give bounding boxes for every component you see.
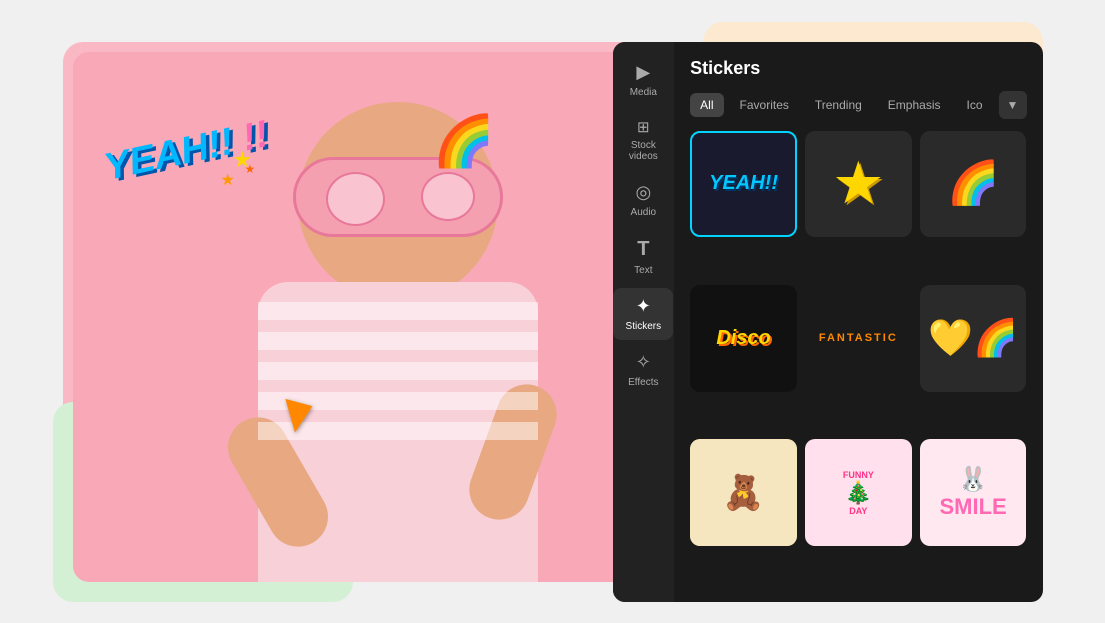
smile-text: SMILE — [939, 494, 1006, 520]
media-icon: ▶ — [636, 62, 650, 83]
yeah-sticker: YEAH!! — [705, 168, 782, 199]
rainbow-sticker: 🌈 — [947, 159, 999, 208]
sticker-cell-star[interactable]: ★ — [805, 131, 912, 238]
sticker-cell-bear[interactable]: 🧸 — [690, 439, 797, 546]
sidebar-label-text: Text — [634, 265, 652, 276]
tab-icons[interactable]: Ico — [956, 93, 992, 117]
bear-sticker: 🧸 — [690, 439, 797, 546]
sticker-grid: YEAH!! ★ 🌈 Disco FANTASTIC 💛🌈 — [690, 131, 1026, 586]
heart-rainbow-sticker: 💛🌈 — [928, 317, 1018, 359]
tabs-dropdown[interactable]: ▼ — [999, 91, 1027, 119]
sticker-cell-fantastic[interactable]: FANTASTIC — [805, 285, 912, 392]
panel-title: Stickers — [690, 58, 1026, 79]
shirt-stripe — [258, 302, 538, 320]
funnyday-text-bottom: DAY — [849, 506, 867, 516]
sticker-cell-rainbow[interactable]: 🌈 — [920, 131, 1027, 238]
shirt-stripe — [258, 332, 538, 350]
sticker-cell-heart-rainbow[interactable]: 💛🌈 — [920, 285, 1027, 392]
stickers-icon: ✦ — [636, 296, 651, 317]
sidebar-label-effects: Effects — [628, 377, 658, 388]
tab-all[interactable]: All — [690, 93, 723, 117]
panel-content: Stickers All Favorites Trending Emphasis… — [674, 42, 1042, 602]
deco-star3: ★ — [245, 162, 256, 176]
funnyday-text-top: FUNNY — [843, 470, 874, 480]
stickers-panel: ▶ Media ⊞ Stock videos ◎ Audio T Text ✦ … — [613, 42, 1043, 602]
sidebar-item-audio[interactable]: ◎ Audio — [613, 174, 673, 226]
text-icon: T — [637, 238, 649, 261]
smile-sticker: 🐰 SMILE — [933, 439, 1012, 546]
star-sticker: ★ — [835, 158, 882, 210]
tab-trending[interactable]: Trending — [805, 93, 872, 117]
sidebar-label-media: Media — [630, 87, 657, 98]
sidebar-item-stock-videos[interactable]: ⊞ Stock videos — [613, 110, 673, 170]
sidebar-item-stickers[interactable]: ✦ Stickers — [613, 288, 673, 340]
sticker-cell-funnyday[interactable]: FUNNY 🎄 DAY — [805, 439, 912, 546]
tab-favorites[interactable]: Favorites — [730, 93, 799, 117]
sticker-cell-disco[interactable]: Disco — [690, 285, 797, 392]
fantastic-sticker: FANTASTIC — [819, 332, 898, 344]
sticker-tabs: All Favorites Trending Emphasis Ico ▼ — [690, 91, 1026, 119]
sidebar-label-stock-videos: Stock videos — [617, 140, 669, 162]
effects-icon: ✧ — [636, 352, 651, 373]
sticker-cell-yeah[interactable]: YEAH!! — [690, 131, 797, 238]
sticker-cell-smile[interactable]: 🐰 SMILE — [920, 439, 1027, 546]
shirt-stripe — [258, 362, 538, 380]
sidebar-item-text[interactable]: T Text — [613, 230, 673, 284]
stock-videos-icon: ⊞ — [637, 118, 650, 136]
sidebar: ▶ Media ⊞ Stock videos ◎ Audio T Text ✦ … — [613, 42, 675, 602]
audio-icon: ◎ — [635, 182, 651, 203]
tab-emphasis[interactable]: Emphasis — [878, 93, 951, 117]
deco-star2: ★ — [221, 170, 235, 190]
disco-sticker: Disco — [716, 327, 770, 350]
sidebar-label-audio: Audio — [631, 207, 657, 218]
sidebar-item-media[interactable]: ▶ Media — [613, 54, 673, 106]
main-scene: YEAH!! ★ ★ ★ 🌈 ▶ Media ⊞ Stock videos ◎ … — [63, 22, 1043, 602]
sidebar-label-stickers: Stickers — [626, 321, 662, 332]
chevron-down-icon: ▼ — [1007, 98, 1019, 112]
funnyday-sticker: FUNNY 🎄 DAY — [837, 439, 880, 546]
rainbow-sticker-on-photo: 🌈 — [433, 112, 495, 171]
sidebar-item-effects[interactable]: ✧ Effects — [613, 344, 673, 396]
